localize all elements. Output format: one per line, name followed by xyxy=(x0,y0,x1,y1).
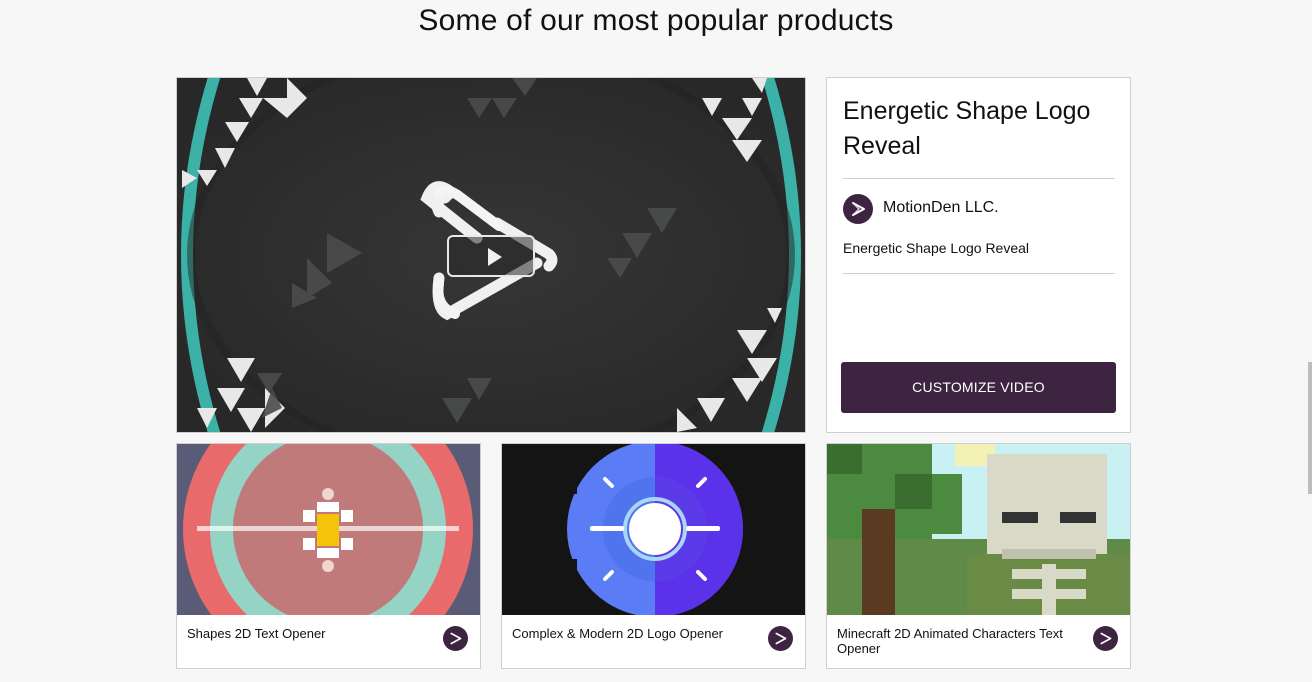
product-title[interactable]: Minecraft 2D Animated Characters Text Op… xyxy=(837,626,1077,656)
product-card[interactable]: Minecraft 2D Animated Characters Text Op… xyxy=(826,443,1131,669)
section-heading: Some of our most popular products xyxy=(418,4,894,37)
customize-video-button[interactable]: CUSTOMIZE VIDEO xyxy=(841,362,1116,413)
play-button[interactable] xyxy=(447,235,535,277)
product-title[interactable]: Complex & Modern 2D Logo Opener xyxy=(512,626,752,641)
divider xyxy=(843,273,1115,274)
motionden-logo-icon[interactable] xyxy=(768,626,793,651)
product-thumbnail[interactable] xyxy=(827,444,1130,615)
featured-title: Energetic Shape Logo Reveal xyxy=(843,97,1091,160)
featured-video-player[interactable] xyxy=(176,77,806,433)
page-scrollbar[interactable] xyxy=(1308,362,1312,494)
product-title[interactable]: Shapes 2D Text Opener xyxy=(187,626,427,641)
motionden-logo-icon[interactable] xyxy=(443,626,468,651)
featured-description: Energetic Shape Logo Reveal xyxy=(843,240,1030,256)
product-thumbnail[interactable] xyxy=(502,444,805,615)
featured-info-panel: Energetic Shape Logo Reveal MotionDen LL… xyxy=(826,77,1131,433)
motionden-logo-icon[interactable] xyxy=(1093,626,1118,651)
product-card[interactable]: Shapes 2D Text Opener xyxy=(176,443,481,669)
author-name[interactable]: MotionDen LLC. xyxy=(883,199,999,217)
divider xyxy=(843,178,1115,179)
product-card[interactable]: Complex & Modern 2D Logo Opener xyxy=(501,443,806,669)
play-icon xyxy=(488,248,502,266)
motionden-logo-icon[interactable] xyxy=(843,194,873,224)
product-thumbnail[interactable] xyxy=(177,444,480,615)
